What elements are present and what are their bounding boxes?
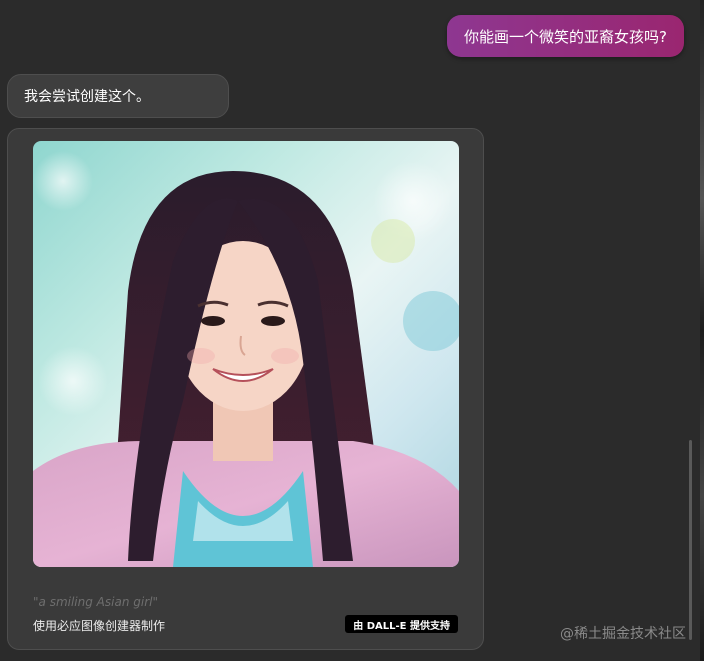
window-edge <box>700 0 704 661</box>
creator-attribution[interactable]: 使用必应图像创建器制作 <box>33 617 165 634</box>
site-watermark: @稀土掘金技术社区 <box>560 626 686 642</box>
portrait-illustration <box>33 151 459 567</box>
scrollbar-thumb[interactable] <box>689 440 692 640</box>
user-message-text: 你能画一个微笑的亚裔女孩吗? <box>464 27 667 46</box>
generated-image[interactable] <box>33 141 459 567</box>
image-prompt-caption: "a smiling Asian girl" <box>33 595 158 609</box>
dalle-powered-badge: 由 DALL-E 提供支持 <box>345 615 458 633</box>
generated-image-card: "a smiling Asian girl" 使用必应图像创建器制作 由 DAL… <box>7 128 484 650</box>
user-message-bubble: 你能画一个微笑的亚裔女孩吗? <box>447 15 684 57</box>
assistant-message-text: 我会尝试创建这个。 <box>24 89 150 105</box>
assistant-message-bubble: 我会尝试创建这个。 <box>7 74 229 118</box>
